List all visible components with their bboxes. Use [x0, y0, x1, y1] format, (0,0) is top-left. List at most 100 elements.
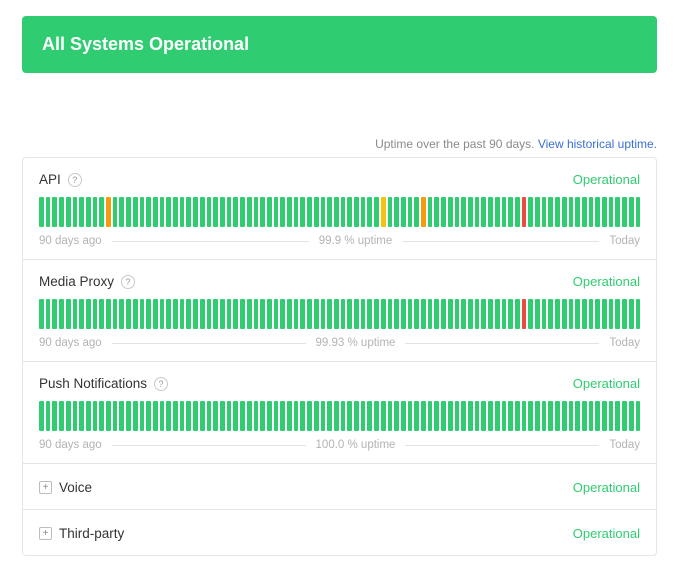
uptime-day-bar[interactable]: [381, 299, 386, 329]
uptime-day-bar[interactable]: [307, 401, 312, 431]
uptime-day-bar[interactable]: [582, 401, 587, 431]
uptime-day-bar[interactable]: [595, 197, 600, 227]
uptime-day-bar[interactable]: [548, 197, 553, 227]
uptime-day-bar[interactable]: [267, 299, 272, 329]
uptime-day-bar[interactable]: [475, 197, 480, 227]
uptime-day-bar[interactable]: [528, 401, 533, 431]
uptime-day-bar[interactable]: [274, 299, 279, 329]
uptime-day-bar[interactable]: [569, 299, 574, 329]
uptime-day-bar[interactable]: [153, 299, 158, 329]
uptime-day-bar[interactable]: [59, 401, 64, 431]
uptime-day-bar[interactable]: [213, 401, 218, 431]
uptime-day-bar[interactable]: [481, 401, 486, 431]
uptime-day-bar[interactable]: [93, 197, 98, 227]
uptime-day-bar[interactable]: [240, 401, 245, 431]
uptime-day-bar[interactable]: [475, 401, 480, 431]
uptime-day-bar[interactable]: [354, 299, 359, 329]
uptime-day-bar[interactable]: [461, 299, 466, 329]
uptime-day-bar[interactable]: [133, 197, 138, 227]
uptime-day-bar[interactable]: [522, 401, 527, 431]
uptime-day-bar[interactable]: [240, 197, 245, 227]
uptime-day-bar[interactable]: [334, 299, 339, 329]
uptime-day-bar[interactable]: [220, 401, 225, 431]
uptime-day-bar[interactable]: [86, 401, 91, 431]
uptime-day-bar[interactable]: [636, 299, 641, 329]
uptime-day-bar[interactable]: [582, 299, 587, 329]
uptime-day-bar[interactable]: [455, 401, 460, 431]
uptime-day-bar[interactable]: [200, 401, 205, 431]
uptime-day-bar[interactable]: [515, 299, 520, 329]
uptime-day-bar[interactable]: [515, 197, 520, 227]
uptime-day-bar[interactable]: [73, 197, 78, 227]
uptime-day-bar[interactable]: [421, 401, 426, 431]
uptime-day-bar[interactable]: [213, 299, 218, 329]
uptime-day-bar[interactable]: [434, 401, 439, 431]
uptime-day-bar[interactable]: [146, 401, 151, 431]
uptime-day-bar[interactable]: [528, 299, 533, 329]
uptime-day-bar[interactable]: [629, 197, 634, 227]
uptime-day-bar[interactable]: [589, 401, 594, 431]
uptime-day-bar[interactable]: [240, 299, 245, 329]
uptime-day-bar[interactable]: [448, 299, 453, 329]
uptime-day-bar[interactable]: [287, 401, 292, 431]
uptime-day-bar[interactable]: [274, 401, 279, 431]
uptime-day-bar[interactable]: [160, 401, 165, 431]
uptime-day-bar[interactable]: [66, 197, 71, 227]
uptime-day-bar[interactable]: [636, 401, 641, 431]
uptime-day-bar[interactable]: [46, 401, 51, 431]
uptime-day-bar[interactable]: [448, 197, 453, 227]
uptime-day-bar[interactable]: [374, 197, 379, 227]
uptime-day-bar[interactable]: [388, 197, 393, 227]
uptime-day-bar[interactable]: [448, 401, 453, 431]
uptime-day-bar[interactable]: [106, 401, 111, 431]
uptime-day-bar[interactable]: [140, 401, 145, 431]
uptime-day-bar[interactable]: [461, 197, 466, 227]
uptime-day-bar[interactable]: [52, 299, 57, 329]
uptime-day-bar[interactable]: [475, 299, 480, 329]
uptime-day-bar[interactable]: [589, 197, 594, 227]
uptime-day-bar[interactable]: [602, 299, 607, 329]
uptime-day-bar[interactable]: [314, 197, 319, 227]
uptime-day-bar[interactable]: [294, 299, 299, 329]
uptime-day-bar[interactable]: [140, 197, 145, 227]
uptime-day-bar[interactable]: [347, 401, 352, 431]
uptime-day-bar[interactable]: [126, 299, 131, 329]
uptime-day-bar[interactable]: [562, 299, 567, 329]
uptime-day-bar[interactable]: [213, 197, 218, 227]
uptime-day-bar[interactable]: [542, 197, 547, 227]
uptime-day-bar[interactable]: [247, 401, 252, 431]
uptime-day-bar[interactable]: [374, 299, 379, 329]
uptime-day-bar[interactable]: [361, 401, 366, 431]
uptime-day-bar[interactable]: [615, 401, 620, 431]
uptime-day-bar[interactable]: [575, 299, 580, 329]
uptime-day-bar[interactable]: [39, 401, 44, 431]
uptime-day-bar[interactable]: [595, 401, 600, 431]
uptime-day-bar[interactable]: [294, 197, 299, 227]
uptime-day-bar[interactable]: [267, 401, 272, 431]
uptime-day-bar[interactable]: [59, 197, 64, 227]
uptime-day-bar[interactable]: [247, 299, 252, 329]
uptime-day-bar[interactable]: [321, 299, 326, 329]
uptime-day-bar[interactable]: [233, 401, 238, 431]
uptime-day-bar[interactable]: [535, 401, 540, 431]
uptime-day-bar[interactable]: [589, 299, 594, 329]
uptime-day-bar[interactable]: [46, 299, 51, 329]
uptime-day-bar[interactable]: [401, 197, 406, 227]
uptime-day-bar[interactable]: [615, 299, 620, 329]
uptime-day-bar[interactable]: [300, 299, 305, 329]
uptime-day-bar[interactable]: [434, 299, 439, 329]
uptime-day-bar[interactable]: [180, 197, 185, 227]
uptime-day-bar[interactable]: [200, 299, 205, 329]
uptime-day-bar[interactable]: [528, 197, 533, 227]
uptime-day-bar[interactable]: [502, 299, 507, 329]
uptime-day-bar[interactable]: [535, 197, 540, 227]
uptime-day-bar[interactable]: [341, 197, 346, 227]
uptime-day-bar[interactable]: [321, 401, 326, 431]
uptime-day-bar[interactable]: [86, 197, 91, 227]
uptime-day-bar[interactable]: [99, 197, 104, 227]
uptime-day-bar[interactable]: [126, 197, 131, 227]
uptime-day-bar[interactable]: [388, 299, 393, 329]
uptime-day-bar[interactable]: [367, 299, 372, 329]
uptime-day-bar[interactable]: [294, 401, 299, 431]
uptime-day-bar[interactable]: [354, 197, 359, 227]
